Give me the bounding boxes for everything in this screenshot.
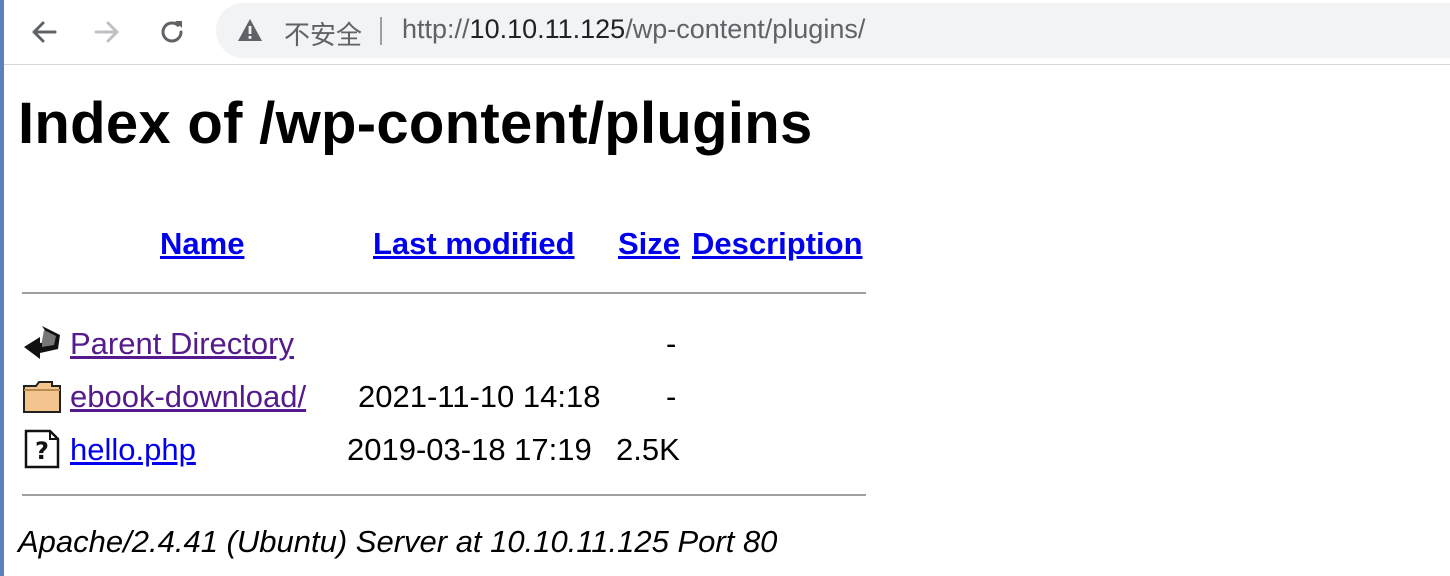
column-header-size[interactable]: Size	[618, 226, 680, 262]
table-row: Parent Directory -	[0, 320, 900, 370]
forward-button[interactable]	[87, 12, 127, 52]
arrow-left-icon	[32, 21, 57, 43]
arrow-right-icon	[94, 21, 119, 43]
entry-size: -	[666, 326, 677, 361]
url-host: 10.10.11.125	[469, 14, 626, 44]
address-bar[interactable]: 不安全 http://10.10.11.125/wp-content/plugi…	[216, 3, 1450, 58]
back-icon	[24, 326, 60, 359]
entry-link[interactable]: ebook-download/	[70, 379, 306, 415]
entry-modified: 2019-03-18 17:19	[347, 432, 592, 467]
unknown-file-icon: ?	[24, 429, 60, 469]
table-row: ? hello.php 2019-03-18 17:19 2.5K	[0, 426, 900, 476]
divider-top	[22, 292, 866, 294]
column-header-description[interactable]: Description	[692, 226, 863, 262]
entry-link[interactable]: Parent Directory	[70, 326, 294, 362]
window-edge	[0, 0, 4, 576]
svg-text:?: ?	[35, 437, 49, 465]
folder-icon	[23, 381, 61, 413]
entry-modified: 2021-11-10 14:18	[358, 379, 601, 414]
server-signature: Apache/2.4.41 (Ubuntu) Server at 10.10.1…	[18, 524, 778, 559]
back-button[interactable]	[24, 12, 64, 52]
entry-size: 2.5K	[616, 432, 680, 467]
column-header-last-modified[interactable]: Last modified	[373, 226, 575, 262]
entry-size: -	[666, 379, 677, 414]
url-scheme: http://	[402, 14, 470, 44]
url-path: /wp-content/plugins/	[625, 14, 866, 44]
warning-icon	[238, 19, 262, 41]
column-header-name[interactable]: Name	[160, 226, 244, 262]
omnibox-separator	[380, 17, 382, 45]
entry-link[interactable]: hello.php	[70, 432, 196, 468]
table-row: ebook-download/ 2021-11-10 14:18 -	[0, 373, 900, 423]
security-status-label[interactable]: 不安全	[284, 15, 362, 52]
divider-bottom	[22, 494, 866, 496]
reload-icon	[161, 21, 183, 43]
browser-toolbar: 不安全 http://10.10.11.125/wp-content/plugi…	[4, 0, 1450, 65]
page-title: Index of /wp-content/plugins	[18, 91, 813, 156]
url-text[interactable]: http://10.10.11.125/wp-content/plugins/	[402, 14, 865, 45]
reload-button[interactable]	[152, 12, 192, 52]
